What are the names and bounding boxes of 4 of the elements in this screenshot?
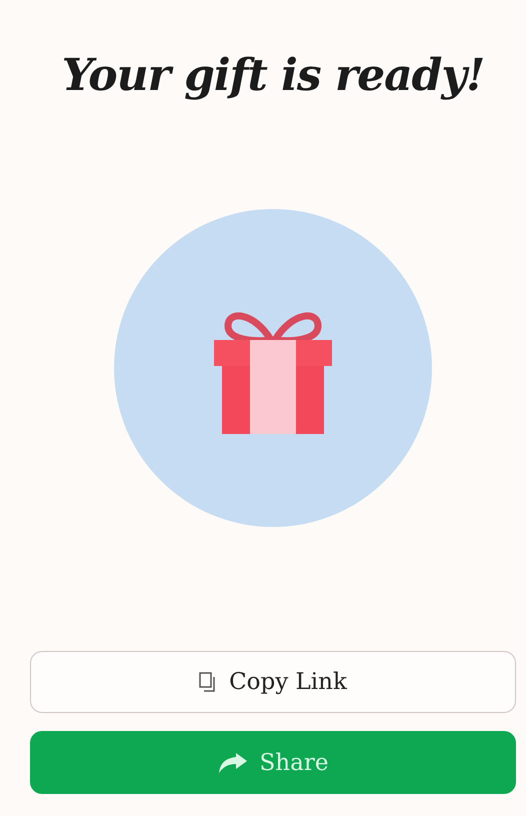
copy-link-button[interactable]: Copy Link bbox=[30, 651, 516, 713]
page-title: Your gift is ready! bbox=[62, 50, 484, 101]
share-arrow-icon bbox=[218, 752, 248, 774]
copy-icon bbox=[199, 672, 218, 692]
